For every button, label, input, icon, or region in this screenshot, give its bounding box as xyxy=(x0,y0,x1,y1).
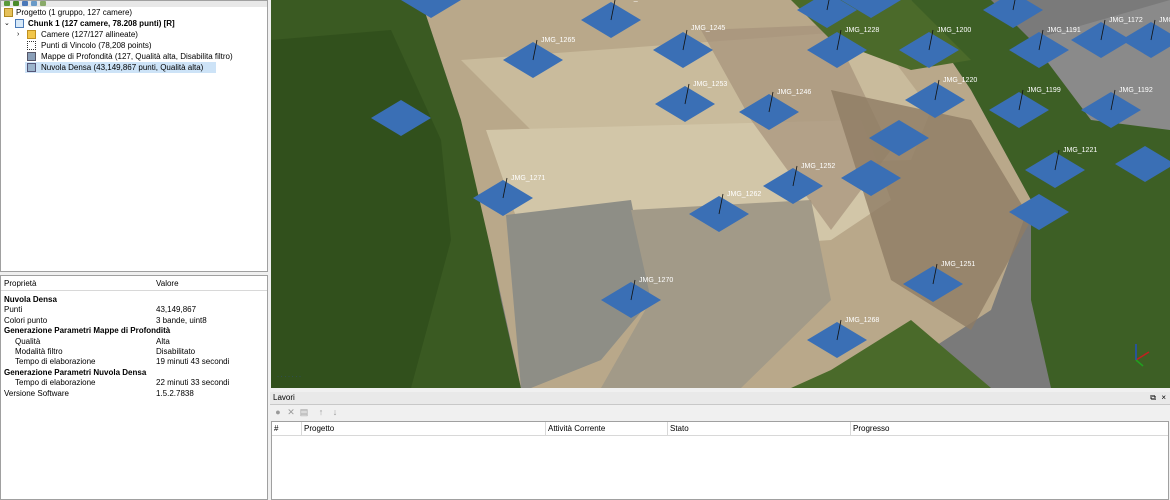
tie-points-icon xyxy=(27,41,36,50)
property-key: Colori punto xyxy=(4,315,48,325)
camera-label: JMG_1192 xyxy=(1119,87,1153,94)
property-key: Nuvola Densa xyxy=(4,295,57,304)
tree-item-dense-cloud[interactable]: Nuvola Densa (43,149,867 punti, Qualità … xyxy=(25,62,216,73)
camera-label: JMG_1262 xyxy=(727,191,761,198)
tree-item-label: Mappe di Profondità (127, Qualità alta, … xyxy=(41,52,233,61)
float-icon[interactable]: ⧉ xyxy=(1150,392,1156,404)
project-icon xyxy=(4,8,13,17)
property-key: Versione Software xyxy=(4,388,69,398)
camera-label: JMG_1245 xyxy=(691,25,725,32)
tree-item-label: Chunk 1 (127 camere, 78.208 punti) [R] xyxy=(28,19,175,28)
close-icon[interactable]: × xyxy=(1161,392,1166,404)
jobs-title: Lavori xyxy=(273,393,295,402)
camera-label: JMG_1251 xyxy=(941,261,975,268)
camera-label: JMG_1265 xyxy=(541,37,575,44)
start-icon[interactable]: ● xyxy=(273,407,283,417)
camera-label: JMG_1254 xyxy=(619,0,653,2)
tree-item-depth-maps[interactable]: Mappe di Profondità (127, Qualità alta, … xyxy=(1,51,267,62)
properties-panel: Proprietà Valore Nuvola Densa Punti 43,149… xyxy=(0,275,268,500)
view-caption: · · · · · · · xyxy=(277,374,301,380)
jobs-toolbar: ● ✕ ▤ ↑ ↓ xyxy=(270,405,1170,419)
property-value: 1.5.2.7838 xyxy=(156,388,194,398)
folder-icon xyxy=(27,30,36,39)
tree-item-label: Nuvola Densa (43,149,867 punti, Qualità … xyxy=(41,63,204,72)
column-header-project[interactable]: Progetto xyxy=(302,422,546,436)
property-key: Tempo di elaborazione xyxy=(15,378,96,388)
jobs-title-bar: Lavori ⧉ × xyxy=(270,392,1170,405)
property-key: Modalità filtro xyxy=(15,347,63,356)
camera-label: JMG_1200 xyxy=(937,27,971,34)
workspace-panel: Progetto (1 gruppo, 127 camere) ⌄ Chunk … xyxy=(0,0,268,272)
chunk-icon xyxy=(15,19,24,28)
camera-label: JMG_1253 xyxy=(693,81,727,88)
property-value: 19 minuti 43 secondi xyxy=(156,357,230,367)
remove-icon[interactable] xyxy=(22,1,28,6)
enable-icon[interactable] xyxy=(31,1,37,6)
column-header-value[interactable]: Valore xyxy=(156,278,179,289)
tree-item-cameras[interactable]: › Camere (127/127 allineate) xyxy=(1,29,267,40)
property-value: Disabilitato xyxy=(156,347,196,356)
property-key: Generazione Parametri Nuvola Densa xyxy=(4,367,147,377)
column-header-current-task[interactable]: Attività Corrente xyxy=(546,422,668,436)
expand-icon[interactable]: › xyxy=(17,29,19,40)
tree-item-label: Progetto (1 gruppo, 127 camere) xyxy=(16,8,133,17)
column-header-property[interactable]: Proprietà xyxy=(4,278,36,289)
property-value: Alta xyxy=(156,336,170,346)
property-value: 43,149,867 xyxy=(156,305,197,315)
add-chunk-icon[interactable] xyxy=(4,1,10,6)
camera-label: JMG_1221 xyxy=(1063,147,1097,154)
property-key: Qualità xyxy=(15,336,41,346)
camera-label: JMG_1270 xyxy=(639,277,673,284)
model-view-canvas[interactable]: · · · · · · · JMG_1254 JMG_1265 JMG_1245 JM… xyxy=(271,0,1170,388)
copy-icon[interactable]: ▤ xyxy=(299,407,309,417)
column-header-progress[interactable]: Progresso xyxy=(851,422,1168,436)
property-key: Tempo di elaborazione xyxy=(15,357,96,367)
camera-label: JMG_1191 xyxy=(1047,27,1081,34)
collapse-icon[interactable]: ⌄ xyxy=(4,18,10,29)
tree-item-tie-points[interactable]: Punti di Vincolo (78,208 points) xyxy=(1,40,267,51)
property-key: Punti xyxy=(4,305,23,315)
camera-label: JMG_1228 xyxy=(845,27,879,34)
camera-label: JMG_1271 xyxy=(511,175,545,182)
move-up-icon[interactable]: ↑ xyxy=(316,407,326,417)
properties-header: Proprietà Valore xyxy=(1,276,267,291)
camera-label: JMG_1148 xyxy=(1159,17,1170,24)
camera-label: JMG_1268 xyxy=(845,317,879,324)
move-down-icon[interactable]: ↓ xyxy=(330,407,340,417)
property-key: Generazione Parametri Mappe di Profondit… xyxy=(4,326,171,336)
property-value: 3 bande, uint8 xyxy=(156,315,207,325)
jobs-table[interactable]: # Progetto Attività Corrente Stato Progr… xyxy=(271,421,1169,500)
dense-cloud-icon xyxy=(27,63,36,72)
tree-item-project[interactable]: Progetto (1 gruppo, 127 camere) xyxy=(1,7,267,18)
depth-maps-icon xyxy=(27,52,36,61)
remove-job-icon[interactable]: ✕ xyxy=(286,407,296,417)
column-header-status[interactable]: Stato xyxy=(668,422,851,436)
tree-item-chunk[interactable]: ⌄ Chunk 1 (127 camere, 78.208 punti) [R] xyxy=(1,18,267,29)
camera-label: JMG_1246 xyxy=(777,89,811,96)
property-value: 22 minuti 33 secondi xyxy=(156,378,230,388)
tree-item-label: Punti di Vincolo (78,208 points) xyxy=(41,41,152,50)
camera-label: JMG_1220 xyxy=(943,77,977,84)
model-viewport[interactable]: · · · · · · · JMG_1254 JMG_1265 JMG_1245 JM… xyxy=(271,0,1170,388)
add-photos-icon[interactable] xyxy=(13,1,19,6)
tree-item-label: Camere (127/127 allineate) xyxy=(41,30,138,39)
camera-label: JMG_1252 xyxy=(801,163,835,170)
camera-label: JMG_1172 xyxy=(1109,17,1143,24)
column-header-number[interactable]: # xyxy=(272,422,302,436)
disable-icon[interactable] xyxy=(40,1,46,6)
camera-label: JMG_1199 xyxy=(1027,87,1061,94)
